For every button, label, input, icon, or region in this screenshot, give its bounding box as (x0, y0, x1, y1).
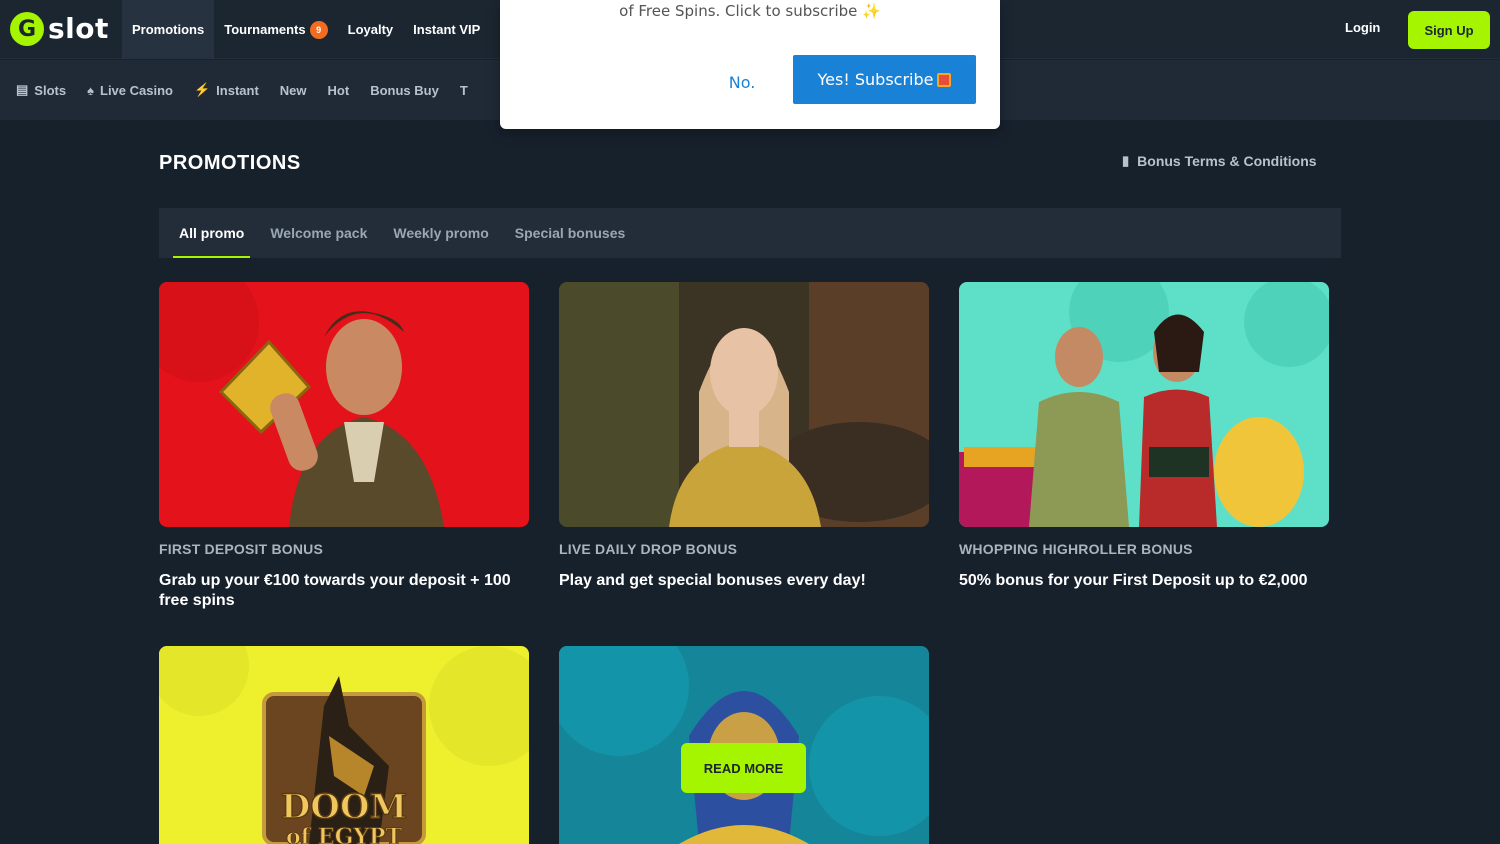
logo-mark: G (10, 12, 44, 46)
category-hot[interactable]: Hot (328, 83, 350, 98)
tournaments-count-badge: 9 (309, 20, 328, 39)
category-label: Hot (327, 82, 350, 98)
promo-card-image (959, 282, 1329, 527)
promo-tabs: All promo Welcome pack Weekly promo Spec… (159, 208, 1341, 258)
nav-loyalty[interactable]: Loyalty (338, 0, 404, 59)
login-button[interactable]: Login (1333, 18, 1392, 37)
subscribe-modal-text: of Free Spins. Click to subscribe ✨ (619, 2, 881, 20)
live-dealer-illustration (559, 282, 929, 527)
doom-of-egypt-logo-sub: of EGYPT (286, 824, 403, 844)
category-new[interactable]: New (280, 83, 307, 98)
promo-card-first-deposit[interactable]: FIRST DEPOSIT BONUS Grab up your €100 to… (159, 282, 529, 611)
spade-icon: ♠ (87, 82, 94, 98)
read-more-button[interactable]: READ MORE (681, 743, 806, 793)
promo-card-title: Play and get special bonuses every day! (559, 572, 866, 589)
nav-label: Tournaments (224, 22, 306, 37)
nav-tournaments[interactable]: Tournaments 9 (214, 0, 337, 59)
tab-welcome-pack[interactable]: Welcome pack (264, 208, 373, 258)
document-icon: ▮ (1122, 153, 1130, 168)
doom-of-egypt-illustration: DOOM of EGYPT (159, 646, 529, 844)
category-instant[interactable]: ⚡ Instant (194, 82, 259, 98)
lightning-icon: ⚡ (193, 82, 211, 97)
nav-label: Loyalty (347, 22, 394, 37)
doom-of-egypt-logo: DOOM (281, 787, 407, 827)
category-label: Live Casino (100, 82, 173, 98)
category-label: New (279, 82, 307, 98)
promo-card-category: LIVE DAILY DROP BONUS (559, 541, 738, 557)
adventurer-illustration (159, 282, 444, 527)
bonus-terms-link[interactable]: ▮ Bonus Terms & Conditions (1122, 153, 1317, 169)
category-truncated[interactable]: T (460, 83, 468, 98)
page-title: PROMOTIONS (159, 152, 301, 174)
category-label: Instant (216, 82, 259, 98)
bonus-terms-label: Bonus Terms & Conditions (1137, 153, 1317, 169)
subscribe-modal: of Free Spins. Click to subscribe ✨ No. … (500, 0, 1000, 129)
category-bonus-buy[interactable]: Bonus Buy (370, 83, 439, 98)
promo-card-category: FIRST DEPOSIT BONUS (159, 541, 324, 557)
tab-weekly-promo[interactable]: Weekly promo (387, 208, 494, 258)
main-nav: Promotions Tournaments 9 Loyalty Instant … (122, 0, 490, 59)
nav-label: Instant VIP (413, 22, 481, 37)
promo-card-highroller[interactable]: WHOPPING HIGHROLLER BONUS 50% bonus for … (959, 282, 1329, 591)
promo-card-doom-of-egypt[interactable]: DOOM of EGYPT (159, 646, 529, 844)
nav-promotions[interactable]: Promotions (122, 0, 215, 59)
signup-button[interactable]: Sign Up (1408, 11, 1490, 49)
promo-card-image (159, 282, 529, 527)
category-label: Bonus Buy (370, 82, 439, 98)
category-label: T (459, 82, 468, 98)
accept-subscribe-label: Yes! Subscribe (817, 70, 934, 89)
site-logo[interactable]: G slot (10, 12, 109, 46)
tab-all-promo[interactable]: All promo (173, 208, 251, 258)
promo-card-title: Grab up your €100 towards your deposit +… (159, 572, 511, 609)
promo-card-category: WHOPPING HIGHROLLER BONUS (959, 541, 1193, 557)
promo-card-pharaoh[interactable]: READ MORE (559, 646, 929, 844)
category-nav: ▤ Slots ♠ Live Casino ⚡ Instant New Hot Bon… (16, 60, 468, 120)
category-slots[interactable]: ▤ Slots (16, 82, 66, 98)
gift-icon (937, 72, 952, 87)
category-label: Slots (34, 82, 67, 98)
nav-label: Promotions (132, 22, 205, 37)
logo-text: slot (48, 12, 109, 45)
accept-subscribe-button[interactable]: Yes! Subscribe (793, 55, 976, 104)
slot-machine-icon: ▤ (16, 82, 29, 97)
nav-instant-vip[interactable]: Instant VIP (403, 0, 490, 59)
promo-card-image: READ MORE (559, 646, 929, 844)
category-live-casino[interactable]: ♠ Live Casino (87, 83, 173, 98)
promo-card-live-daily-drop[interactable]: LIVE DAILY DROP BONUS Play and get speci… (559, 282, 929, 591)
explorers-illustration (959, 282, 1329, 527)
decline-subscribe-button[interactable]: No. (714, 70, 770, 94)
promo-card-image: DOOM of EGYPT (159, 646, 529, 844)
tab-special-bonuses[interactable]: Special bonuses (509, 208, 631, 258)
promo-card-image (559, 282, 929, 527)
promo-card-title: 50% bonus for your First Deposit up to €… (959, 572, 1308, 589)
